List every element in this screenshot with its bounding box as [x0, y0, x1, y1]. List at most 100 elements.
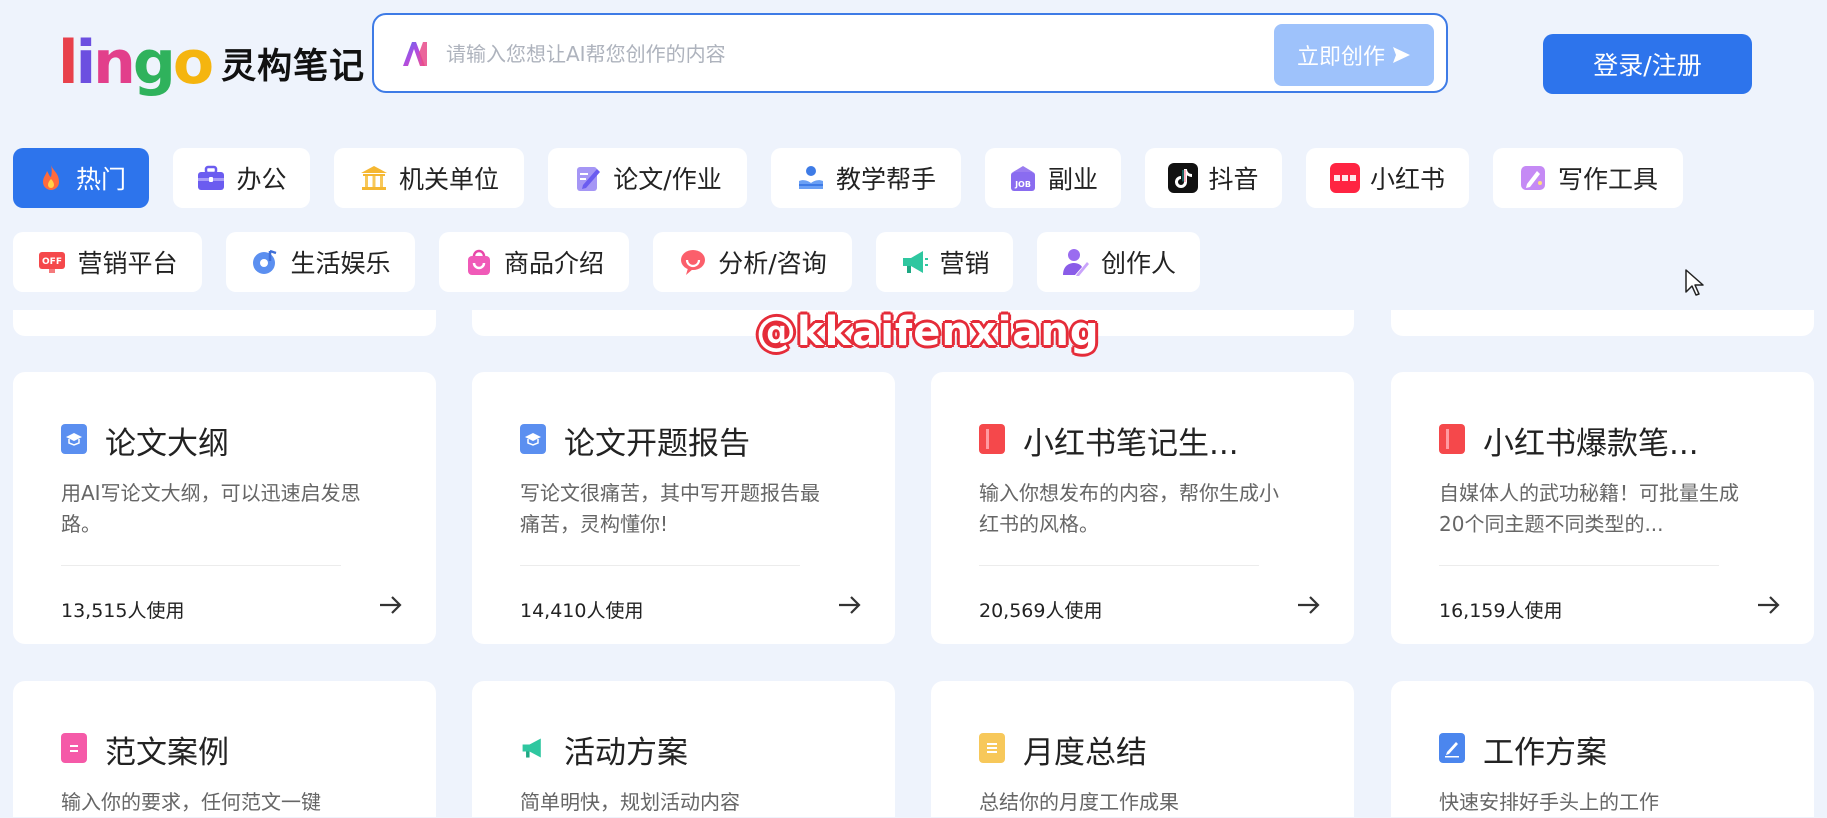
megaphone-icon: [899, 247, 929, 277]
category-chip-thesis[interactable]: 论文/作业: [548, 148, 747, 208]
category-label: 营销: [939, 249, 990, 278]
card-divider: [1439, 565, 1719, 566]
arrow-right-icon[interactable]: [1295, 592, 1321, 618]
tool-card-monthly-summary[interactable]: 月度总结 总结你的月度工作成果: [931, 681, 1354, 817]
tool-card-xiaohongshu-note[interactable]: 小红书笔记生... 输入你想发布的内容，帮你生成小红书的风格。 20,569人使…: [931, 372, 1354, 644]
category-chip-marketing[interactable]: 营销: [876, 232, 1013, 292]
fire-icon: [36, 163, 66, 193]
tool-card-thesis-outline[interactable]: 论文大纲 用AI写论文大纲，可以迅速启发思路。 13,515人使用: [13, 372, 436, 644]
logo[interactable]: lingo 灵构笔记: [58, 28, 365, 98]
tool-card-event-plan[interactable]: 活动方案 简单明快，规划活动内容: [472, 681, 895, 817]
category-label: 教学帮手: [835, 165, 936, 194]
category-label: 副业: [1047, 165, 1098, 194]
arrow-right-icon[interactable]: [836, 592, 862, 618]
logo-mark: lingo: [58, 28, 214, 98]
card-description: 自媒体人的武功秘籍！可批量生成20个同主题不同类型的...: [1439, 481, 1739, 536]
search-input[interactable]: [444, 33, 1228, 75]
card-title: 小红书爆款笔...: [1483, 426, 1699, 462]
card-description: 输入你的要求，任何范文一键: [61, 790, 321, 814]
yellow-notes-icon: [979, 733, 1005, 763]
tiktok-icon: [1168, 163, 1199, 193]
card-title: 月度总结: [1023, 735, 1147, 771]
card-description: 简单明快，规划活动内容: [520, 790, 740, 814]
mouse-cursor-icon: [1685, 269, 1704, 296]
marketing-screen-icon: OFF: [37, 247, 67, 277]
watermark: @kkaifenxiang: [756, 309, 1100, 355]
government-building-icon: [359, 163, 389, 193]
category-chip-lifestyle[interactable]: 生活娱乐: [226, 232, 415, 292]
briefcase-icon: [196, 163, 226, 193]
category-chip-writing-tools[interactable]: 写作工具: [1493, 148, 1683, 208]
category-label: 营销平台: [77, 249, 178, 278]
category-label: 创作人: [1100, 249, 1176, 278]
card-divider: [979, 565, 1259, 566]
category-label: 机关单位: [398, 165, 499, 194]
arrow-right-icon[interactable]: [1755, 592, 1781, 618]
category-label: 小红书: [1369, 165, 1445, 194]
category-label: 写作工具: [1557, 165, 1658, 194]
category-label: 热门: [75, 165, 126, 194]
shopping-bag-icon: [464, 247, 494, 277]
arrow-right-icon[interactable]: [377, 592, 403, 618]
category-label: 商品介绍: [503, 249, 604, 278]
card-partial: [13, 310, 436, 336]
category-chip-product-intro[interactable]: 商品介绍: [439, 232, 629, 292]
pink-doc-icon: [61, 733, 87, 763]
category-chip-side-job[interactable]: JOB 副业: [985, 148, 1121, 208]
category-chip-government[interactable]: 机关单位: [334, 148, 524, 208]
category-label: 办公: [236, 165, 287, 194]
tool-card-sample-essay[interactable]: 范文案例 输入你的要求，任何范文一键: [13, 681, 436, 817]
chat-bubble-icon: [678, 247, 708, 277]
create-now-label: 立即创作: [1296, 45, 1385, 70]
card-title: 活动方案: [564, 735, 688, 771]
svg-text:OFF: OFF: [43, 257, 63, 267]
usage-count: 14,410人使用: [520, 600, 644, 622]
login-register-button[interactable]: 登录/注册: [1543, 34, 1752, 94]
edit-board-icon: [1439, 733, 1465, 763]
card-title: 论文大纲: [105, 426, 229, 462]
tool-card-thesis-proposal[interactable]: 论文开题报告 写论文很痛苦，其中写开题报告最痛苦，灵构懂你! 14,410人使用: [472, 372, 895, 644]
category-label: 分析/咨询: [718, 249, 827, 278]
ai-logo-icon: [403, 42, 427, 66]
send-arrow-icon: [1393, 47, 1410, 63]
category-chip-analysis[interactable]: 分析/咨询: [653, 232, 852, 292]
card-title: 论文开题报告: [564, 426, 750, 462]
card-title: 工作方案: [1483, 735, 1607, 771]
category-chip-douyin[interactable]: 抖音: [1145, 148, 1282, 208]
card-description: 总结你的月度工作成果: [979, 790, 1179, 814]
card-description: 输入你想发布的内容，帮你生成小红书的风格。: [979, 481, 1279, 536]
xiaohongshu-icon: [1329, 163, 1360, 193]
usage-count: 13,515人使用: [61, 600, 185, 622]
card-description: 快速安排好手头上的工作: [1439, 790, 1659, 814]
category-chip-creator[interactable]: 创作人: [1037, 232, 1200, 292]
category-label: 生活娱乐: [290, 249, 391, 278]
category-chip-office[interactable]: 办公: [173, 148, 310, 208]
red-book-icon: [979, 424, 1005, 454]
card-divider: [61, 565, 341, 566]
writing-pen-icon: [1518, 163, 1548, 193]
card-description: 用AI写论文大纲，可以迅速启发思路。: [61, 481, 361, 536]
tool-card-xiaohongshu-viral[interactable]: 小红书爆款笔... 自媒体人的武功秘籍！可批量生成20个同主题不同类型的... …: [1391, 372, 1814, 644]
svg-text:JOB: JOB: [1014, 180, 1031, 189]
pencil-paper-icon: [573, 163, 603, 193]
creator-person-icon: [1061, 247, 1091, 277]
logo-text: 灵构笔记: [221, 46, 366, 87]
usage-count: 20,569人使用: [979, 600, 1103, 622]
graduation-doc-icon: [61, 424, 87, 454]
card-description: 写论文很痛苦，其中写开题报告最痛苦，灵构懂你!: [520, 481, 820, 536]
category-chip-marketing-platform[interactable]: OFF 营销平台: [13, 232, 202, 292]
category-chip-hot[interactable]: 热门: [13, 148, 149, 208]
search-box[interactable]: 立即创作: [372, 13, 1448, 93]
category-label: 抖音: [1208, 165, 1259, 194]
red-book-icon: [1439, 424, 1465, 454]
category-chip-xiaohongshu[interactable]: 小红书: [1306, 148, 1469, 208]
teaching-hand-icon: [796, 163, 826, 193]
usage-count: 16,159人使用: [1439, 600, 1563, 622]
megaphone-icon: [520, 733, 546, 763]
music-disc-icon: [250, 247, 280, 277]
tool-card-work-plan[interactable]: 工作方案 快速安排好手头上的工作: [1391, 681, 1814, 817]
job-bag-icon: JOB: [1008, 163, 1038, 193]
create-now-button[interactable]: 立即创作: [1274, 24, 1434, 86]
card-title: 小红书笔记生...: [1023, 426, 1239, 462]
category-chip-teaching[interactable]: 教学帮手: [771, 148, 961, 208]
